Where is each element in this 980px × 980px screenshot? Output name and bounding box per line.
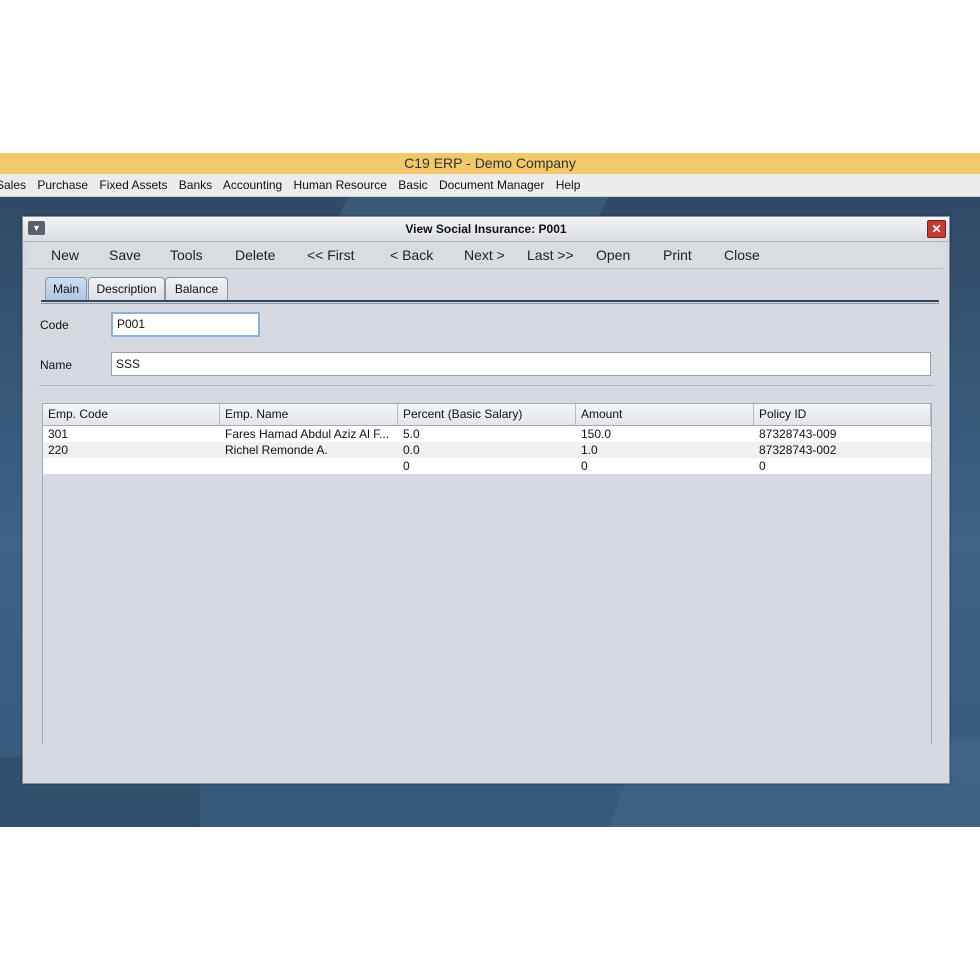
- cell-policy-id[interactable]: 0: [754, 458, 931, 474]
- cell-emp-code[interactable]: [43, 458, 220, 474]
- cell-emp-name[interactable]: [220, 458, 398, 474]
- table-row[interactable]: 220 Richel Remonde A. 0.0 1.0 87328743-0…: [43, 442, 931, 458]
- menu-banks[interactable]: Banks: [179, 178, 212, 192]
- column-header[interactable]: Policy ID: [754, 404, 931, 425]
- new-button[interactable]: New: [51, 242, 79, 268]
- column-header[interactable]: Emp. Code: [43, 404, 220, 425]
- close-button[interactable]: Close: [724, 242, 760, 268]
- tab-divider: [41, 303, 939, 304]
- tools-button[interactable]: Tools: [170, 242, 203, 268]
- menu-basic[interactable]: Basic: [398, 178, 427, 192]
- last-button[interactable]: Last >>: [527, 242, 574, 268]
- menu-fixed-assets[interactable]: Fixed Assets: [99, 178, 167, 192]
- tab-divider: [41, 300, 939, 302]
- cell-policy-id[interactable]: 87328743-002: [754, 442, 931, 458]
- app-title-bar: C19 ERP - Demo Company: [0, 153, 980, 174]
- menu-purchase[interactable]: Purchase: [37, 178, 88, 192]
- code-field[interactable]: P001: [111, 312, 260, 337]
- cell-emp-name[interactable]: Fares Hamad Abdul Aziz Al F...: [220, 426, 398, 442]
- save-button[interactable]: Save: [109, 242, 141, 268]
- cell-emp-code[interactable]: 301: [43, 426, 220, 442]
- record-toolbar: New Save Tools Delete << First < Back Ne…: [27, 242, 943, 269]
- social-insurance-window: ▼ View Social Insurance: P001 ✕ New Save…: [22, 216, 950, 784]
- delete-button[interactable]: Delete: [235, 242, 275, 268]
- column-header[interactable]: Percent (Basic Salary): [398, 404, 576, 425]
- code-label: Code: [40, 318, 69, 332]
- form-separator: [39, 385, 933, 386]
- cell-emp-code[interactable]: 220: [43, 442, 220, 458]
- cell-percent[interactable]: 0: [398, 458, 576, 474]
- window-title-bar[interactable]: ▼ View Social Insurance: P001 ✕: [23, 217, 949, 242]
- print-button[interactable]: Print: [663, 242, 692, 268]
- cell-amount[interactable]: 1.0: [576, 442, 754, 458]
- cell-amount[interactable]: 150.0: [576, 426, 754, 442]
- employee-table: Emp. Code Emp. Name Percent (Basic Salar…: [42, 403, 932, 744]
- tab-description[interactable]: Description: [88, 277, 165, 300]
- open-button[interactable]: Open: [596, 242, 630, 268]
- name-field[interactable]: SSS: [111, 352, 931, 376]
- next-button[interactable]: Next >: [464, 242, 505, 268]
- window-close-icon[interactable]: ✕: [927, 220, 946, 238]
- back-button[interactable]: < Back: [390, 242, 433, 268]
- first-button[interactable]: << First: [307, 242, 354, 268]
- cell-amount[interactable]: 0: [576, 458, 754, 474]
- table-row[interactable]: 0 0 0: [43, 458, 931, 474]
- column-header[interactable]: Amount: [576, 404, 754, 425]
- cell-percent[interactable]: 0.0: [398, 442, 576, 458]
- window-title: View Social Insurance: P001: [405, 222, 567, 236]
- name-label: Name: [40, 358, 73, 372]
- window-menu-icon[interactable]: ▼: [28, 221, 45, 235]
- menu-help[interactable]: Help: [556, 178, 581, 192]
- cell-policy-id[interactable]: 87328743-009: [754, 426, 931, 442]
- main-menu-bar: Sales Purchase Fixed Assets Banks Accoun…: [0, 174, 980, 197]
- column-header[interactable]: Emp. Name: [220, 404, 398, 425]
- menu-sales[interactable]: Sales: [0, 178, 26, 192]
- menu-human-resource[interactable]: Human Resource: [294, 178, 387, 192]
- app-title: C19 ERP - Demo Company: [404, 155, 576, 171]
- cell-percent[interactable]: 5.0: [398, 426, 576, 442]
- menu-accounting[interactable]: Accounting: [223, 178, 282, 192]
- table-row[interactable]: 301 Fares Hamad Abdul Aziz Al F... 5.0 1…: [43, 426, 931, 442]
- tab-main[interactable]: Main: [45, 277, 87, 300]
- cell-emp-name[interactable]: Richel Remonde A.: [220, 442, 398, 458]
- menu-document-manager[interactable]: Document Manager: [439, 178, 544, 192]
- table-header: Emp. Code Emp. Name Percent (Basic Salar…: [43, 404, 931, 426]
- tab-balance[interactable]: Balance: [165, 277, 228, 300]
